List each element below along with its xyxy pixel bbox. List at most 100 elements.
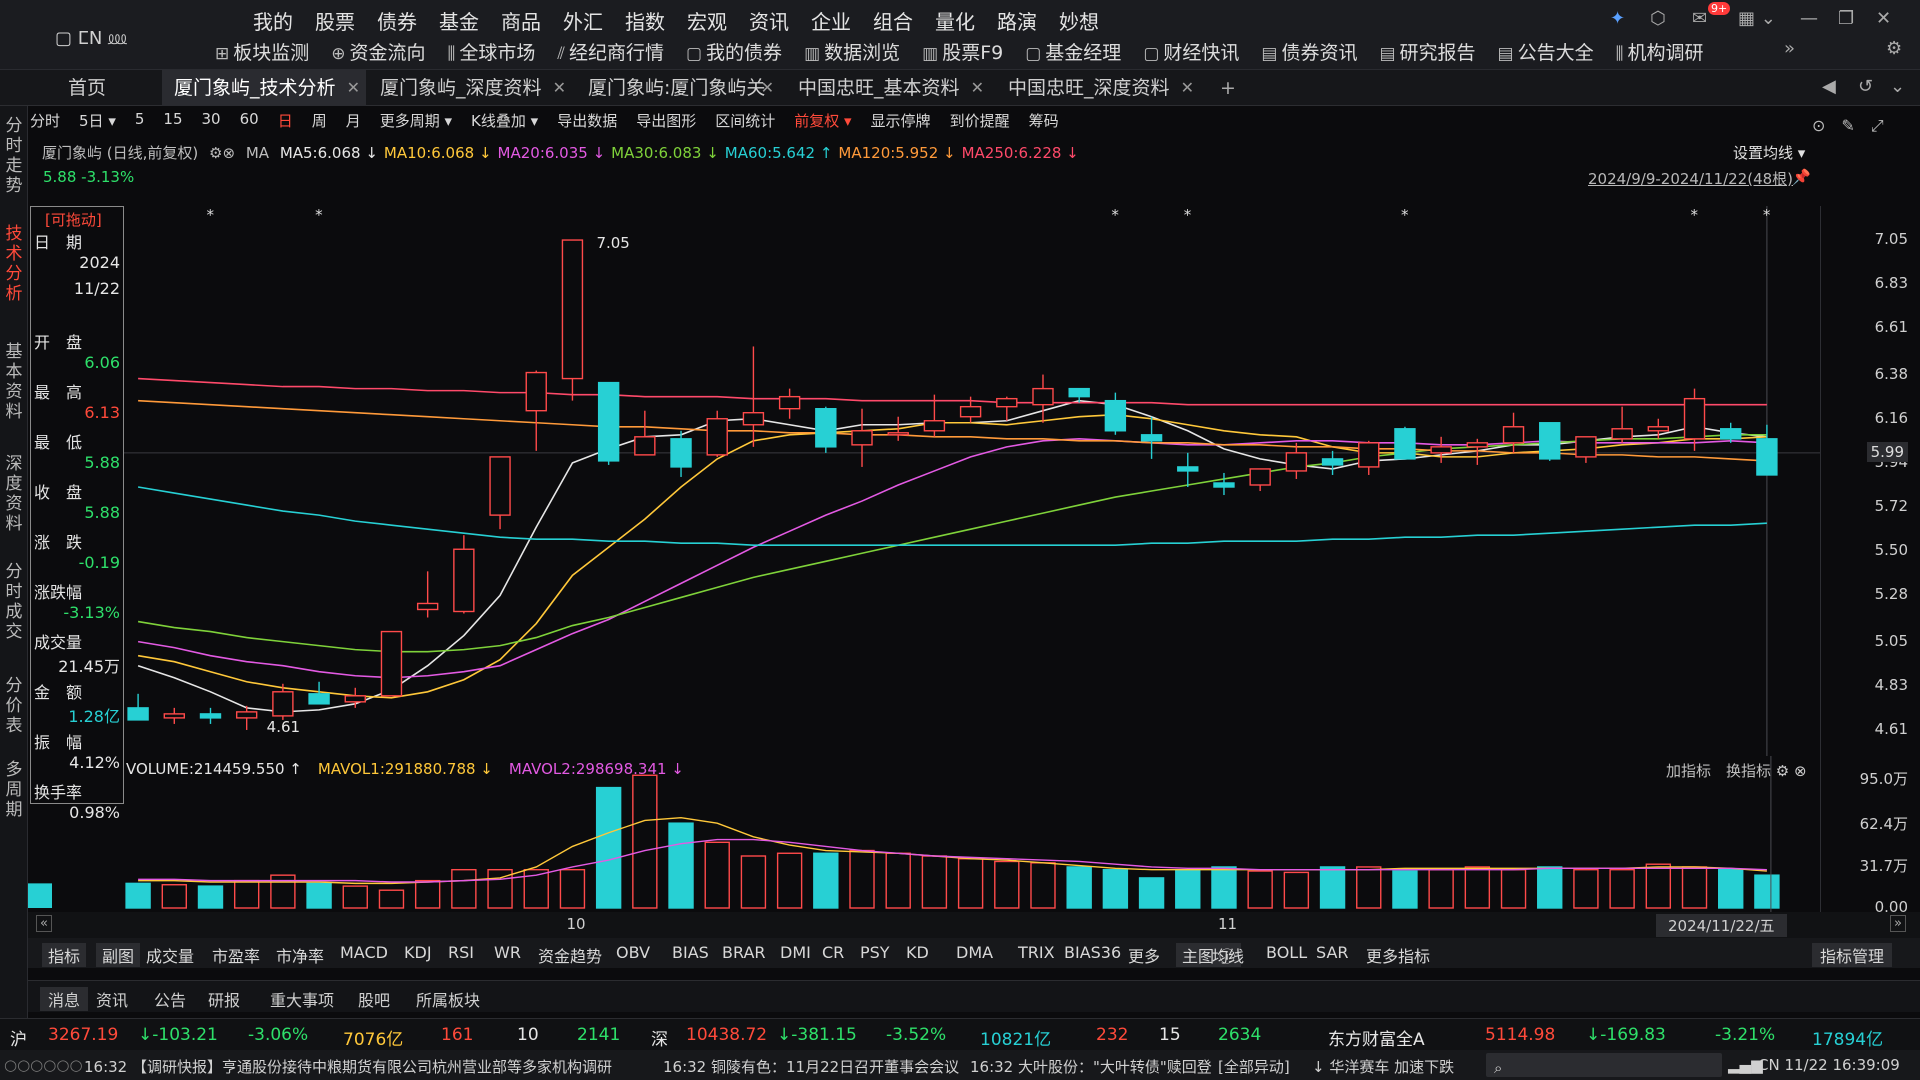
tab-item[interactable]: 厦门象屿:厦门象屿关 ✕ [576, 70, 780, 106]
nav-item[interactable]: 量化 [924, 6, 986, 35]
subnav-item[interactable]: ▤ 研究报告 [1379, 38, 1475, 65]
subnav-item[interactable]: ▥ 数据浏览 [804, 38, 900, 65]
news-tab[interactable]: 研报 [208, 987, 240, 1011]
settings-icon[interactable]: ⚙ [1886, 38, 1902, 59]
candlestick-chart[interactable]: 7.05 4.61 * * * * * * * [124, 206, 1820, 756]
news-tab[interactable]: 股吧 [358, 987, 390, 1011]
chart-tool-icons[interactable]: ⊙ ✎ ⤢ [1812, 112, 1884, 136]
sz-price[interactable]: 10438.72 [686, 1025, 767, 1045]
toolbar-item[interactable]: 5日 ▾ [79, 110, 116, 136]
toolbar-item[interactable]: 分时 [30, 110, 60, 136]
toolbar-item[interactable]: 导出图形 [636, 110, 696, 136]
toolbar-item[interactable]: 导出数据 [557, 110, 617, 136]
nav-item[interactable]: 资讯 [738, 6, 800, 35]
em-price[interactable]: 5114.98 [1485, 1025, 1555, 1045]
refresh-icon[interactable]: ↺ [1858, 76, 1873, 97]
toolbar-item[interactable]: K线叠加 ▾ [471, 110, 538, 136]
chevron-down-icon[interactable]: ⌄ [1890, 76, 1905, 97]
sh-price[interactable]: 3267.19 [48, 1025, 118, 1045]
indicator-tab[interactable]: OBV [616, 943, 650, 962]
indicator-tab[interactable]: 成交量 [146, 943, 194, 967]
news-ticker-3[interactable]: 16:32 大叶股份："大叶转债"赎回登 [970, 1056, 1212, 1077]
toolbar-item[interactable]: 60 [240, 110, 259, 136]
nav-item[interactable]: 外汇 [552, 6, 614, 35]
toolbar-item[interactable]: 前复权 ▾ [794, 110, 851, 136]
toolbar-item[interactable]: 更多周期 ▾ [380, 110, 452, 136]
nav-item[interactable]: 宏观 [676, 6, 738, 35]
subnav-item[interactable]: ▢ 财经快讯 [1143, 38, 1239, 65]
indicator-tab[interactable]: BIAS [672, 943, 709, 962]
close-tab-icon[interactable]: ✕ [553, 70, 566, 106]
indicator-manage-button[interactable]: 指标管理 [1812, 943, 1893, 967]
close-tab-icon[interactable]: ✕ [1181, 70, 1194, 106]
indicator-tab[interactable]: BOLL [1266, 943, 1307, 962]
left-nav-item[interactable]: 分时走势 [4, 116, 24, 196]
left-nav-item[interactable]: 分时成交 [4, 562, 24, 642]
search-input[interactable]: ⌕ [1486, 1053, 1722, 1077]
subnav-item[interactable]: ⊕ 资金流向 [331, 38, 425, 65]
toolbar-item[interactable]: 月 [346, 110, 361, 136]
volume-indicator-controls[interactable]: 加指标 换指标 ⚙ ⊗ [1666, 760, 1807, 781]
news-ticker-1[interactable]: 16:32 【调研快报】亨通股份接待中粮期货有限公司杭州营业部等多家机构调研 [84, 1056, 612, 1077]
scroll-left-icon[interactable]: « [36, 915, 52, 932]
volume-chart[interactable] [28, 756, 1820, 912]
close-tab-icon[interactable]: ✕ [971, 70, 984, 106]
subnav-item[interactable]: ⫼ 机构调研 [1616, 38, 1704, 65]
tab-item[interactable]: 厦门象屿_技术分析 ✕ [162, 70, 366, 106]
left-nav-item[interactable]: 深度资料 [4, 454, 24, 534]
mail-icon[interactable]: ✉ [1692, 8, 1707, 29]
indicator-tab[interactable]: SAR [1316, 943, 1349, 962]
nav-item[interactable]: 组合 [862, 6, 924, 35]
more-nav-icon[interactable]: » [1784, 38, 1795, 59]
subnav-item[interactable]: ▢ 我的债券 [686, 38, 782, 65]
indicator-tab[interactable]: RSI [448, 943, 474, 962]
info-panel[interactable]: [可拖动] 日 期 2024 11/22 开 盘 6.06 最 高 6.13 最 低 5.88 收… [30, 206, 124, 822]
set-ma-dropdown[interactable]: 设置均线 ▾ [1733, 142, 1805, 163]
toolbar-item[interactable]: 筹码 [1029, 110, 1059, 136]
left-nav-item[interactable]: 分价表 [4, 676, 24, 736]
toolbar-item[interactable]: 5 [135, 110, 145, 136]
nav-item[interactable]: 企业 [800, 6, 862, 35]
indicator-tab[interactable]: 更多 [1128, 943, 1160, 967]
news-tab[interactable]: 公告 [154, 987, 186, 1011]
stock-alert[interactable]: ↓ 华洋赛车 加速下跌 [1312, 1056, 1454, 1077]
news-tab[interactable]: 资讯 [96, 987, 128, 1011]
ma-settings-icon[interactable]: ⚙⊗ [209, 144, 235, 162]
toolbar-item[interactable]: 区间统计 [715, 110, 775, 136]
subnav-item[interactable]: ▢ 基金经理 [1025, 38, 1121, 65]
left-nav-item[interactable]: 基本资料 [4, 342, 24, 422]
toolbar-item[interactable]: 日 [278, 110, 293, 136]
subnav-item[interactable]: ⊞ 板块监测 [215, 38, 309, 65]
toolbar-item[interactable]: 周 [312, 110, 327, 136]
indicator-tab[interactable]: DMA [956, 943, 993, 962]
back-icon[interactable]: ◀ [1822, 76, 1836, 97]
date-range-label[interactable]: 2024/9/9-2024/11/22(48根) [1588, 168, 1793, 189]
tab-item[interactable]: 厦门象屿_深度资料 ✕ [368, 70, 572, 106]
indicator-tab[interactable]: KD [906, 943, 929, 962]
indicator-tab[interactable]: WR [494, 943, 521, 962]
indicator-tab[interactable]: 均线 [1212, 943, 1244, 967]
close-tab-icon[interactable]: ✕ [761, 70, 774, 106]
cube-icon[interactable]: ⬡ [1650, 8, 1666, 29]
indicator-tab[interactable]: PSY [860, 943, 890, 962]
indicator-tab[interactable]: 资金趋势 [538, 943, 602, 967]
indicator-tab[interactable]: BRAR [722, 943, 766, 962]
indicator-tab[interactable]: 市盈率 [212, 943, 260, 967]
nav-item[interactable]: 指数 [614, 6, 676, 35]
indicator-tab[interactable]: 市净率 [276, 943, 324, 967]
subnav-item[interactable]: ▤ 公告大全 [1498, 38, 1594, 65]
add-tab-button[interactable]: + [1208, 70, 1238, 106]
toolbar-item[interactable]: 30 [202, 110, 221, 136]
nav-item[interactable]: 债券 [366, 6, 428, 35]
nav-item[interactable]: 我的 [242, 6, 304, 35]
left-nav-item[interactable]: 技术分析 [4, 224, 24, 304]
indicator-tab[interactable]: MACD [340, 943, 388, 962]
nav-item[interactable]: 商品 [490, 6, 552, 35]
toolbar-item[interactable]: 15 [163, 110, 182, 136]
scroll-right-icon[interactable]: » [1890, 915, 1906, 932]
subnav-item[interactable]: ⫼ 全球市场 [448, 38, 536, 65]
restore-icon[interactable]: ❐ [1838, 8, 1854, 29]
indicator-tab[interactable]: BIAS36 [1064, 943, 1121, 962]
tab-home[interactable]: 首页 [28, 70, 158, 106]
left-nav-item[interactable]: 多周期 [4, 760, 24, 820]
